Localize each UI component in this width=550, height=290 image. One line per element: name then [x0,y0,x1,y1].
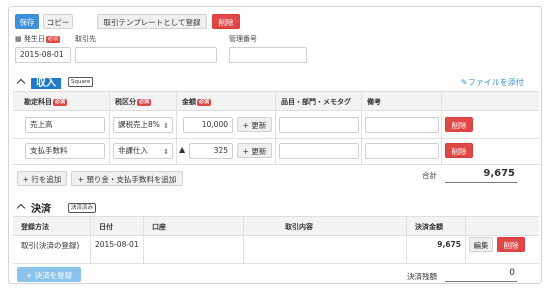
attach-file-link-text: ファイルを添付 [467,78,524,87]
remaining-value: 0 [509,268,515,278]
col-account-text: 勘定科目 [24,98,52,106]
settled-tag: 決済済み [68,203,97,213]
col-tags: 品目・部門・メモタグ [281,98,351,106]
paperclip-icon: ✎ [461,78,468,87]
account-input[interactable]: 売上高 [25,117,105,133]
register-template-button[interactable]: 取引テンプレートとして登録 [97,14,207,29]
income-title: 収入 [31,74,61,89]
account-input[interactable]: 支払手数料 [25,143,105,159]
tax-select[interactable]: 課税売上8% ⇕ [113,117,173,133]
register-settlement-button[interactable]: + 決済を登録 [17,267,81,282]
required-badge: 必須 [197,99,212,106]
select-arrow-icon: ⇕ [163,148,169,156]
income-table-header: 勘定科目 必須 税区分 必須 金額 必須 品目・部門・メモタグ 備考 [13,91,539,111]
required-badge: 必須 [53,99,68,106]
attach-file-link[interactable]: ✎ファイルを添付 [461,77,524,88]
settlement-method: 取引(決済の登録) [21,241,80,250]
save-button[interactable]: 保存 [15,14,39,29]
add-row-label: 行を追加 [31,175,62,184]
divider [13,138,539,139]
required-badge: 必須 [137,99,152,106]
tax-select-value: 課税売上8% [118,120,160,129]
settlement-date: 2015-08-01 [95,240,139,249]
divider [275,91,276,165]
plus-icon: + [242,147,249,156]
col-settlement-amount: 決済金額 [415,223,443,231]
partner-label: 取引先 [75,35,96,43]
total-value: 9,675 [483,168,515,179]
select-arrow-icon: ⇕ [163,122,169,130]
divider [361,91,362,165]
col-account: 勘定科目 必須 [24,97,68,107]
income-title-text: 収入 [31,78,61,89]
edit-settlement-button[interactable]: 編集 [469,237,493,252]
tags-input[interactable] [279,143,359,159]
management-no-label: 管理番号 [229,35,257,43]
col-date: 日付 [99,223,113,231]
amount-input[interactable]: 325 [189,143,233,159]
tags-input[interactable] [279,117,359,133]
required-badge: 必須 [45,36,60,43]
transaction-panel: 保存 コピー 取引テンプレートとして登録 削除 ▦ 発生日 必須 取引先 管理番号… [8,6,542,284]
col-content: 取引内容 [285,223,313,231]
col-amount: 金額 必須 [182,97,212,107]
delete-row-button[interactable]: 削除 [445,117,473,132]
col-method: 登録方法 [21,223,49,231]
collapse-chevron-icon[interactable] [16,78,26,88]
delete-transaction-button[interactable]: 削除 [212,14,240,29]
calendar-icon: ▦ [15,35,22,43]
update-button[interactable]: + 更新 [237,117,272,132]
divider [441,91,442,165]
update-button-label: 更新 [251,121,267,130]
divider [465,216,466,263]
add-deposit-fee-button[interactable]: + 預り金・支払手数料を追加 [71,171,183,186]
collapse-chevron-icon[interactable] [16,203,26,213]
square-tag: Square [68,77,94,87]
total-label: 合計 [422,171,437,180]
col-tax-text: 税区分 [115,98,136,106]
plus-icon: + [242,121,249,130]
col-notes: 備考 [367,98,381,106]
settlement-amount: 9,675 [437,240,461,249]
update-button[interactable]: + 更新 [237,143,272,158]
divider [109,91,110,165]
tax-select-value: 非課仕入 [118,146,148,155]
col-account: 口座 [152,223,166,231]
update-button-label: 更新 [251,147,267,156]
divider [90,216,91,263]
delete-row-button[interactable]: 削除 [445,143,473,158]
divider [243,216,244,263]
divider [13,164,539,165]
plus-icon: + [25,271,33,280]
divider [13,263,539,264]
notes-input[interactable] [365,117,439,133]
date-label-group: ▦ 発生日 必須 [15,34,60,44]
divider [176,91,177,165]
minus-sign-icon: ▲ [179,145,186,154]
tax-select[interactable]: 非課仕入 ⇕ [113,143,173,159]
divider [406,216,407,263]
management-no-input[interactable] [229,47,307,63]
add-row-button[interactable]: + 行を追加 [17,171,67,186]
plus-icon: + [77,175,84,184]
date-input[interactable]: 2015-08-01 [15,47,71,63]
col-amount-text: 金額 [182,98,196,106]
notes-input[interactable] [365,143,439,159]
settlement-table-header: 登録方法 日付 口座 取引内容 決済金額 [13,216,539,236]
register-settlement-label: 決済を登録 [34,271,73,280]
remaining-underline [445,281,517,282]
col-tax: 税区分 必須 [115,97,152,107]
date-label: 発生日 [23,35,45,43]
settlement-title: 決済 [31,204,51,215]
total-underline [445,182,517,183]
delete-settlement-button[interactable]: 削除 [497,237,525,252]
copy-button[interactable]: コピー [43,14,73,29]
remaining-label: 決済残額 [407,272,437,281]
plus-icon: + [22,175,29,184]
divider [143,216,144,263]
add-deposit-fee-label: 預り金・支払手数料を追加 [86,175,177,184]
amount-input[interactable]: 10,000 [183,117,233,133]
partner-input[interactable] [75,47,217,63]
